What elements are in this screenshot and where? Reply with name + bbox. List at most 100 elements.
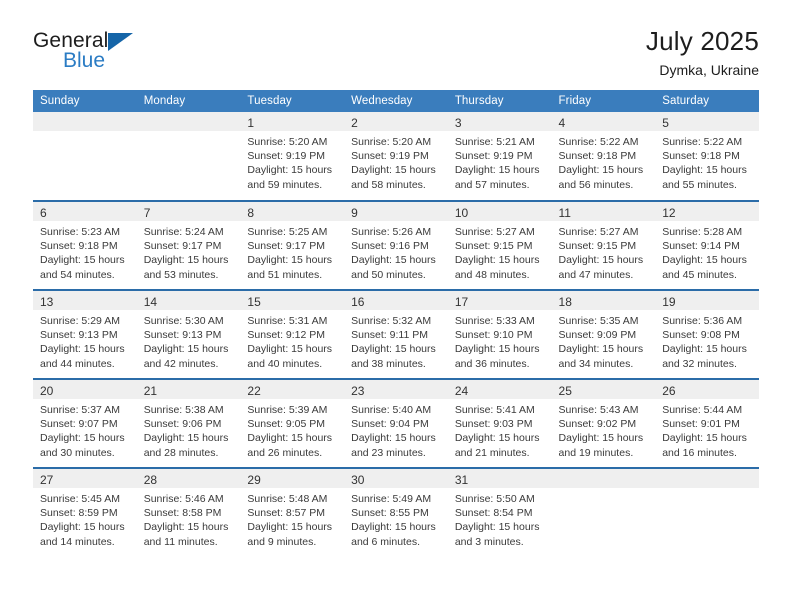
day-number-band [33,112,137,131]
calendar-day-cell[interactable]: 10 Sunrise: 5:27 AM Sunset: 9:15 PM Dayligh… [447,200,552,290]
calendar-day-cell[interactable]: 26 Sunrise: 5:44 AM Sunset: 9:01 PM Dayligh… [655,378,759,468]
day-cell-inner: 12 Sunrise: 5:28 AM Sunset: 9:14 PM Dayligh… [655,202,759,289]
sunset-text: Sunset: 8:59 PM [40,507,118,520]
day-number: 13 [40,295,54,309]
calendar-day-cell[interactable]: 17 Sunrise: 5:33 AM Sunset: 9:10 PM Dayligh… [447,289,552,379]
calendar-day-cell[interactable]: 31 Sunrise: 5:50 AM Sunset: 8:54 PM Dayligh… [447,467,552,557]
sunset-text: Sunset: 9:13 PM [143,329,222,342]
calendar-day-cell[interactable]: 16 Sunrise: 5:32 AM Sunset: 9:11 PM Dayligh… [344,289,448,379]
daylight-text-line1: Daylight: 15 hours [247,521,333,534]
daylight-text-line1: Daylight: 15 hours [558,164,644,177]
daylight-text-line1: Daylight: 15 hours [143,343,229,356]
generalblue-logo[interactable]: General Blue [33,24,213,71]
calendar-day-cell[interactable]: 19 Sunrise: 5:36 AM Sunset: 9:08 PM Dayligh… [655,289,759,379]
calendar-day-cell[interactable]: 11 Sunrise: 5:27 AM Sunset: 9:15 PM Dayligh… [551,200,656,290]
calendar-day-cell[interactable]: 3 Sunrise: 5:21 AM Sunset: 9:19 PM Daylight… [447,112,552,201]
day-cell-inner: 6 Sunrise: 5:23 AM Sunset: 9:18 PM Daylight… [33,202,137,289]
day-number: 26 [662,384,676,398]
day-number: 4 [558,116,566,130]
day-number: 10 [454,206,469,220]
calendar-day-cell[interactable]: 27 Sunrise: 5:45 AM Sunset: 8:59 PM Dayligh… [33,467,137,557]
daylight-text-line2: and 9 minutes. [247,535,317,548]
calendar-day-cell[interactable]: 25 Sunrise: 5:43 AM Sunset: 9:02 PM Dayligh… [551,378,656,468]
calendar-day-cell[interactable]: 13 Sunrise: 5:29 AM Sunset: 9:13 PM Dayligh… [33,289,137,379]
calendar-day-cell[interactable]: 5 Sunrise: 5:22 AM Sunset: 9:18 PM Daylight… [655,112,759,201]
sunrise-text: Sunrise: 5:28 AM [662,226,743,238]
day-number-band: 12 [655,202,759,221]
calendar-day-cell[interactable]: 7 Sunrise: 5:24 AM Sunset: 9:17 PM Daylight… [136,200,241,290]
calendar-day-cell[interactable]: 22 Sunrise: 5:39 AM Sunset: 9:05 PM Dayligh… [240,378,345,468]
daylight-text-line1: Daylight: 15 hours [454,343,540,356]
day-cell-inner: 15 Sunrise: 5:31 AM Sunset: 9:12 PM Dayligh… [240,291,345,378]
day-number: 11 [558,206,571,220]
calendar-day-cell[interactable]: 24 Sunrise: 5:41 AM Sunset: 9:03 PM Dayligh… [447,378,552,468]
calendar-day-cell[interactable]: 6 Sunrise: 5:23 AM Sunset: 9:18 PM Daylight… [33,200,137,290]
day-number-band: 15 [240,291,345,310]
day-cell-inner: 11 Sunrise: 5:27 AM Sunset: 9:15 PM Dayligh… [551,202,656,289]
day-cell-inner [136,112,241,200]
logo-triangle-icon [108,33,133,51]
daylight-text-line1: Daylight: 15 hours [662,432,747,445]
calendar-day-cell[interactable]: 4 Sunrise: 5:22 AM Sunset: 9:18 PM Daylight… [551,112,656,201]
day-details: Sunrise: 5:35 AM Sunset: 9:09 PM Daylight:… [552,310,656,371]
daylight-text-line2: and 26 minutes. [247,446,323,459]
daylight-text-line2: and 48 minutes. [454,268,530,281]
day-number: 31 [454,473,469,487]
daylight-text-line2: and 30 minutes. [40,446,115,459]
day-number-band: 6 [33,202,137,221]
day-cell-inner: 20 Sunrise: 5:37 AM Sunset: 9:07 PM Dayligh… [33,380,137,467]
calendar-day-cell[interactable]: 9 Sunrise: 5:26 AM Sunset: 9:16 PM Daylight… [344,200,448,290]
calendar-day-cell[interactable]: 8 Sunrise: 5:25 AM Sunset: 9:17 PM Daylight… [240,200,345,290]
calendar-week-row: 27 Sunrise: 5:45 AM Sunset: 8:59 PM Dayligh… [33,467,759,557]
calendar-week-row: 20 Sunrise: 5:37 AM Sunset: 9:07 PM Dayligh… [33,378,759,468]
calendar-day-cell[interactable]: 18 Sunrise: 5:35 AM Sunset: 9:09 PM Dayligh… [551,289,656,379]
daylight-text-line1: Daylight: 15 hours [143,254,229,267]
weekday-header-friday: Friday [551,90,656,112]
day-number-band [136,112,241,131]
weekday-header-thursday: Thursday [447,90,552,112]
daylight-text-line1: Daylight: 15 hours [351,521,436,534]
calendar-day-cell[interactable]: 2 Sunrise: 5:20 AM Sunset: 9:19 PM Daylight… [344,112,448,201]
day-details: Sunrise: 5:28 AM Sunset: 9:14 PM Daylight:… [655,221,759,282]
day-number-band: 1 [240,112,345,131]
sunrise-text: Sunrise: 5:23 AM [40,226,120,238]
calendar-day-cell[interactable]: 30 Sunrise: 5:49 AM Sunset: 8:55 PM Dayligh… [344,467,448,557]
daylight-text-line2: and 53 minutes. [143,268,219,281]
daylight-text-line1: Daylight: 15 hours [40,254,125,267]
day-cell-inner: 31 Sunrise: 5:50 AM Sunset: 8:54 PM Dayligh… [447,469,552,557]
page-header: General Blue July 2025 Dymka, Ukraine [33,24,759,86]
page-subtitle-location: Dymka, Ukraine [659,62,759,78]
daylight-text-line2: and 58 minutes. [351,178,426,191]
calendar-day-cell[interactable]: 21 Sunrise: 5:38 AM Sunset: 9:06 PM Dayligh… [136,378,241,468]
day-cell-inner: 10 Sunrise: 5:27 AM Sunset: 9:15 PM Dayligh… [447,202,552,289]
calendar-day-cell[interactable]: 29 Sunrise: 5:48 AM Sunset: 8:57 PM Dayligh… [240,467,345,557]
day-number: 25 [558,384,572,398]
day-cell-inner: 7 Sunrise: 5:24 AM Sunset: 9:17 PM Daylight… [136,202,241,289]
day-details: Sunrise: 5:23 AM Sunset: 9:18 PM Daylight:… [33,221,137,282]
daylight-text-line2: and 56 minutes. [558,178,634,191]
day-details: Sunrise: 5:21 AM Sunset: 9:19 PM Daylight:… [448,131,552,192]
calendar-day-cell[interactable]: 1 Sunrise: 5:20 AM Sunset: 9:19 PM Daylight… [240,112,345,201]
calendar-day-cell[interactable]: 23 Sunrise: 5:40 AM Sunset: 9:04 PM Dayligh… [344,378,448,468]
day-details: Sunrise: 5:22 AM Sunset: 9:18 PM Daylight:… [552,131,656,192]
calendar-day-cell[interactable]: 14 Sunrise: 5:30 AM Sunset: 9:13 PM Dayligh… [136,289,241,379]
day-number: 16 [351,295,365,309]
calendar-day-cell[interactable]: 15 Sunrise: 5:31 AM Sunset: 9:12 PM Dayligh… [240,289,345,379]
calendar-day-cell[interactable]: 20 Sunrise: 5:37 AM Sunset: 9:07 PM Dayligh… [33,378,137,468]
sunset-text: Sunset: 9:09 PM [558,329,637,342]
page-title: July 2025 [645,26,759,56]
sunrise-text: Sunrise: 5:36 AM [662,315,743,327]
weekday-header-sunday: Sunday [33,90,137,112]
day-details: Sunrise: 5:25 AM Sunset: 9:17 PM Daylight:… [240,221,344,282]
sunset-text: Sunset: 9:14 PM [662,240,740,253]
sunrise-text: Sunrise: 5:35 AM [558,315,639,327]
calendar-day-cell[interactable]: 12 Sunrise: 5:28 AM Sunset: 9:14 PM Dayligh… [655,200,759,290]
day-number-band [655,469,759,488]
day-number-band: 20 [33,380,137,399]
calendar-day-cell[interactable]: 28 Sunrise: 5:46 AM Sunset: 8:58 PM Dayligh… [136,467,241,557]
daylight-text-line1: Daylight: 15 hours [247,164,333,177]
day-number: 20 [40,384,54,398]
daylight-text-line2: and 59 minutes. [247,178,323,191]
day-number: 15 [247,295,261,309]
weekday-header-wednesday: Wednesday [344,90,448,112]
